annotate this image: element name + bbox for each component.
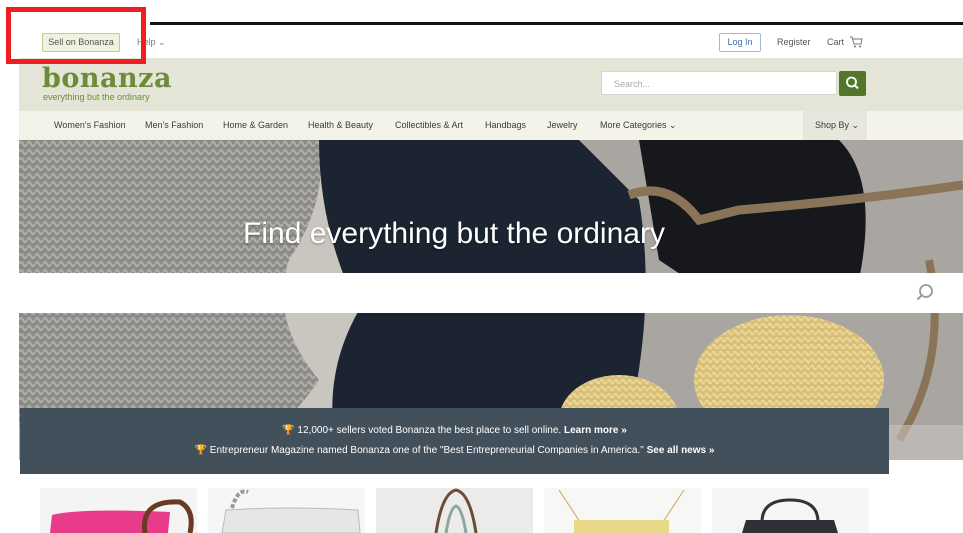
nav-health-beauty[interactable]: Health & Beauty: [308, 120, 373, 130]
register-link[interactable]: Register: [777, 37, 811, 47]
cart-link[interactable]: Cart: [827, 36, 863, 48]
search-icon: [846, 76, 859, 90]
hero-title: Find everything but the ordinary: [243, 217, 665, 250]
site-header: bonanza everything but the ordinary Sear…: [19, 58, 963, 111]
news-line-2: 🏆 Entrepreneur Magazine named Bonanza on…: [20, 445, 889, 456]
news-line-1-text: 12,000+ sellers voted Bonanza the best p…: [297, 425, 562, 436]
trophy-icon: 🏆: [282, 425, 295, 436]
bonanza-homepage: Sell on Bonanza Help ⌄ Log In Register C…: [19, 25, 963, 533]
top-bar: Sell on Bonanza Help ⌄ Log In Register C…: [19, 25, 963, 58]
header-search-button[interactable]: [839, 71, 866, 96]
cart-label: Cart: [827, 37, 845, 47]
nav-mens-fashion[interactable]: Men's Fashion: [145, 120, 203, 130]
nav-womens-fashion[interactable]: Women's Fashion: [54, 120, 126, 130]
nav-handbags[interactable]: Handbags: [485, 120, 526, 130]
see-all-news-link[interactable]: See all news »: [647, 445, 715, 456]
trophy-icon: 🏆: [194, 445, 208, 456]
header-search-input[interactable]: Search...: [601, 71, 837, 95]
nav-home-garden[interactable]: Home & Garden: [223, 120, 288, 130]
product-image: [544, 488, 701, 533]
product-image: [40, 488, 197, 533]
login-button[interactable]: Log In: [719, 33, 761, 52]
search-icon[interactable]: [915, 281, 939, 305]
nav-collectibles-art[interactable]: Collectibles & Art: [395, 120, 463, 130]
news-line-2-text: Entrepreneur Magazine named Bonanza one …: [209, 445, 644, 456]
product-image: [208, 488, 365, 533]
product-card[interactable]: [376, 488, 533, 533]
logo-tagline: everything but the ordinary: [43, 92, 150, 102]
product-image: [712, 488, 869, 533]
product-card[interactable]: [208, 488, 365, 533]
news-banner: 🏆 12,000+ sellers voted Bonanza the best…: [20, 408, 889, 474]
nav-more-categories[interactable]: More Categories ⌄: [600, 120, 677, 131]
shop-by-label: Shop By ⌄: [815, 120, 860, 130]
shop-by-menu[interactable]: Shop By ⌄: [803, 111, 867, 140]
product-card[interactable]: [712, 488, 869, 533]
product-card[interactable]: [544, 488, 701, 533]
highlight-annotation-box: [6, 7, 146, 64]
cart-icon: [849, 36, 863, 48]
bonanza-logo[interactable]: bonanza: [42, 65, 172, 92]
hero-search-input[interactable]: [19, 273, 963, 313]
nav-jewelry[interactable]: Jewelry: [547, 120, 578, 130]
news-line-1: 🏆 12,000+ sellers voted Bonanza the best…: [20, 425, 889, 436]
product-image: [376, 488, 533, 533]
category-nav: Women's Fashion Men's Fashion Home & Gar…: [19, 111, 963, 141]
learn-more-link[interactable]: Learn more »: [564, 425, 627, 436]
product-card[interactable]: [40, 488, 197, 533]
